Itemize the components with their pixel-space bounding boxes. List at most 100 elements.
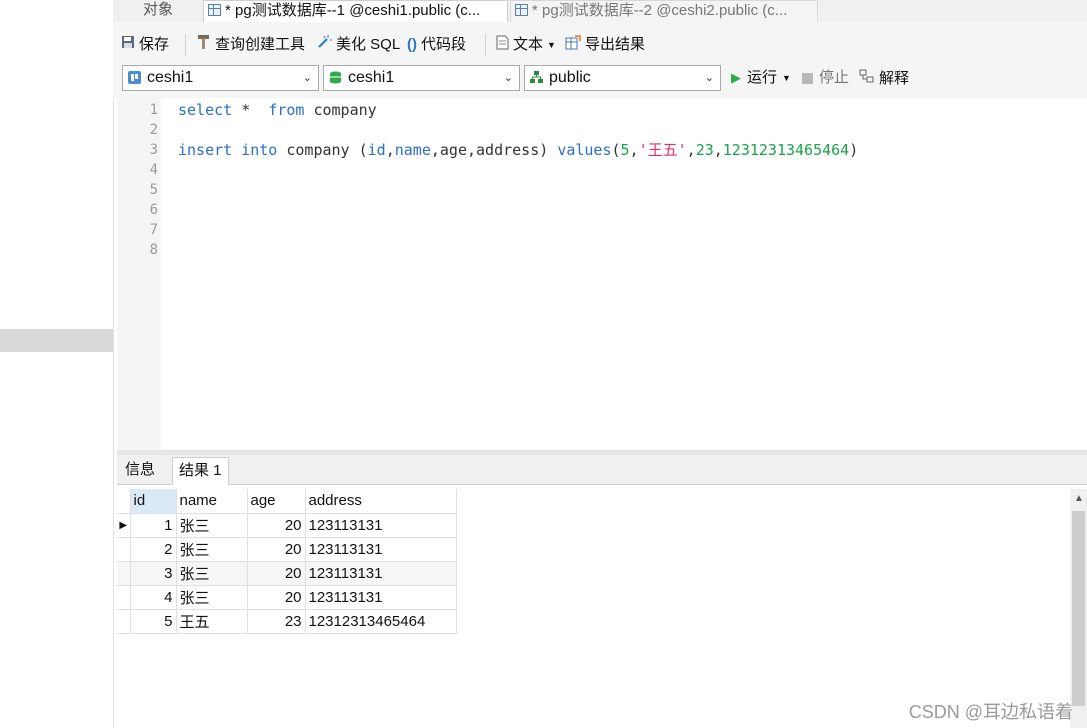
table-row[interactable]: 5 王五 23 12312313465464 [117, 608, 457, 634]
chevron-down-icon: ▼ [782, 73, 791, 83]
cell-id[interactable]: 5 [129, 608, 177, 634]
tab-bar: 对象 * pg测试数据库--1 @ceshi1.public (c... * p… [113, 0, 1087, 23]
text-dropdown-button[interactable]: 文本 ▼ [496, 35, 556, 55]
cell-age[interactable]: 20 [246, 560, 306, 586]
column-header-address[interactable]: address [304, 489, 457, 514]
cell-id[interactable]: 1 [129, 512, 177, 538]
query-toolbar: 保存 查询创建工具 美化 SQL () 代码段 文本 ▼ 导出结果 [113, 22, 1087, 62]
result-grid: id name age address ▶ 1 张三 20 123113131 … [117, 489, 457, 634]
save-label: 保存 [139, 36, 170, 53]
connection-value: ceshi1 [147, 69, 194, 86]
query-builder-label: 查询创建工具 [215, 36, 306, 53]
play-icon: ▶ [731, 70, 741, 85]
tab-query-2[interactable]: * pg测试数据库--2 @ceshi2.public (c... [510, 0, 818, 22]
sql-keyword: values [557, 141, 612, 159]
tab-objects-label: 对象 [143, 1, 174, 18]
cell-name[interactable]: 王五 [175, 608, 248, 634]
line-number: 4 [149, 162, 158, 178]
tab-objects[interactable]: 对象 [143, 0, 203, 22]
table-header-row: id name age address [117, 489, 457, 514]
cell-age[interactable]: 23 [246, 608, 306, 634]
stop-button[interactable]: 停止 [802, 69, 849, 87]
query-builder-button[interactable]: 查询创建工具 [197, 35, 305, 55]
export-results-button[interactable]: 导出结果 [565, 34, 645, 55]
toolbar-divider [185, 34, 186, 56]
cell-age[interactable]: 20 [246, 512, 306, 538]
save-icon [121, 35, 135, 55]
row-header [117, 584, 131, 610]
query-table-icon [208, 4, 221, 16]
cell-name[interactable]: 张三 [175, 584, 248, 610]
current-row-pointer-icon: ▶ [117, 512, 131, 538]
tab-query-1[interactable]: * pg测试数据库--1 @ceshi1.public (c... [203, 0, 508, 22]
cell-address[interactable]: 123113131 [304, 584, 457, 610]
save-button[interactable]: 保存 [121, 35, 169, 55]
sql-text: company [304, 101, 377, 119]
line-number-gutter: 1 2 3 4 5 6 7 8 [117, 98, 161, 450]
line-number: 7 [149, 222, 158, 238]
cell-age[interactable]: 20 [246, 536, 306, 562]
toolbar-divider [485, 34, 486, 56]
sql-editor[interactable]: 1 2 3 4 5 6 7 8 select * from company in… [117, 98, 1087, 450]
tab-result-1[interactable]: 结果 1 [172, 457, 229, 485]
object-pane-selection[interactable] [0, 329, 113, 352]
object-pane [0, 0, 114, 728]
schema-select[interactable]: public ⌄ [524, 65, 721, 91]
chevron-down-icon: ▼ [547, 40, 556, 50]
sql-number: 23 [695, 141, 714, 159]
context-bar: ceshi1 ⌄ ceshi1 ⌄ public ⌄ ▶ 运行 ▼ 停止 解释 [113, 62, 1087, 98]
line-number: 5 [149, 182, 158, 198]
beautify-sql-button[interactable]: 美化 SQL [316, 35, 400, 55]
line-number: 2 [149, 122, 158, 138]
result-table: id name age address ▶ 1 张三 20 123113131 … [117, 489, 457, 634]
cell-address[interactable]: 123113131 [304, 536, 457, 562]
sql-text: company ( [277, 141, 368, 159]
row-header [117, 560, 131, 586]
column-header-name[interactable]: name [175, 489, 248, 514]
cell-id[interactable]: 4 [129, 584, 177, 610]
cell-name[interactable]: 张三 [175, 536, 248, 562]
scrollbar-thumb[interactable] [1072, 511, 1085, 706]
cell-address[interactable]: 123113131 [304, 560, 457, 586]
line-number: 8 [149, 242, 158, 258]
tab-info-label: 信息 [125, 461, 156, 478]
table-row[interactable]: ▶ 1 张三 20 123113131 [117, 512, 457, 538]
schema-value: public [549, 69, 591, 86]
cell-address[interactable]: 12312313465464 [304, 608, 457, 634]
cell-name[interactable]: 张三 [175, 512, 248, 538]
code-snippet-button[interactable]: () 代码段 [407, 35, 466, 55]
tab-query-2-label: * pg测试数据库--2 @ceshi2.public (c... [532, 2, 788, 19]
tab-info[interactable]: 信息 [119, 457, 161, 483]
column-header-id[interactable]: id [129, 489, 177, 514]
sql-keyword: select [178, 101, 233, 119]
run-label: 运行 [747, 69, 778, 86]
sql-keyword: into [241, 141, 278, 159]
explain-button[interactable]: 解释 [859, 69, 909, 88]
connection-select[interactable]: ceshi1 ⌄ [122, 65, 319, 91]
cell-age[interactable]: 20 [246, 584, 306, 610]
column-header-age[interactable]: age [246, 489, 306, 514]
result-tab-bar: 信息 结果 1 [117, 455, 1087, 485]
cell-name[interactable]: 张三 [175, 560, 248, 586]
table-row[interactable]: 3 张三 20 123113131 [117, 560, 457, 586]
line-number: 6 [149, 202, 158, 218]
cell-address[interactable]: 123113131 [304, 512, 457, 538]
database-select[interactable]: ceshi1 ⌄ [323, 65, 520, 91]
run-button[interactable]: ▶ 运行 ▼ [731, 69, 791, 87]
result-vertical-scrollbar[interactable]: ▲ [1070, 489, 1087, 728]
chevron-down-icon: ⌄ [302, 72, 312, 84]
parentheses-icon: () [407, 36, 417, 53]
query-table-icon [515, 4, 528, 16]
table-row[interactable]: 2 张三 20 123113131 [117, 536, 457, 562]
sql-text: * [232, 101, 269, 119]
cell-id[interactable]: 3 [129, 560, 177, 586]
sql-string: '王五' [638, 141, 687, 159]
beautify-sql-label: 美化 SQL [336, 36, 401, 53]
cell-id[interactable]: 2 [129, 536, 177, 562]
database-icon [330, 71, 341, 84]
magic-wand-icon [316, 34, 332, 56]
code-line-1: select * from company [178, 100, 377, 120]
table-row[interactable]: 4 张三 20 123113131 [117, 584, 457, 610]
scroll-up-arrow-icon[interactable]: ▲ [1074, 493, 1084, 504]
chevron-down-icon: ⌄ [704, 72, 714, 84]
